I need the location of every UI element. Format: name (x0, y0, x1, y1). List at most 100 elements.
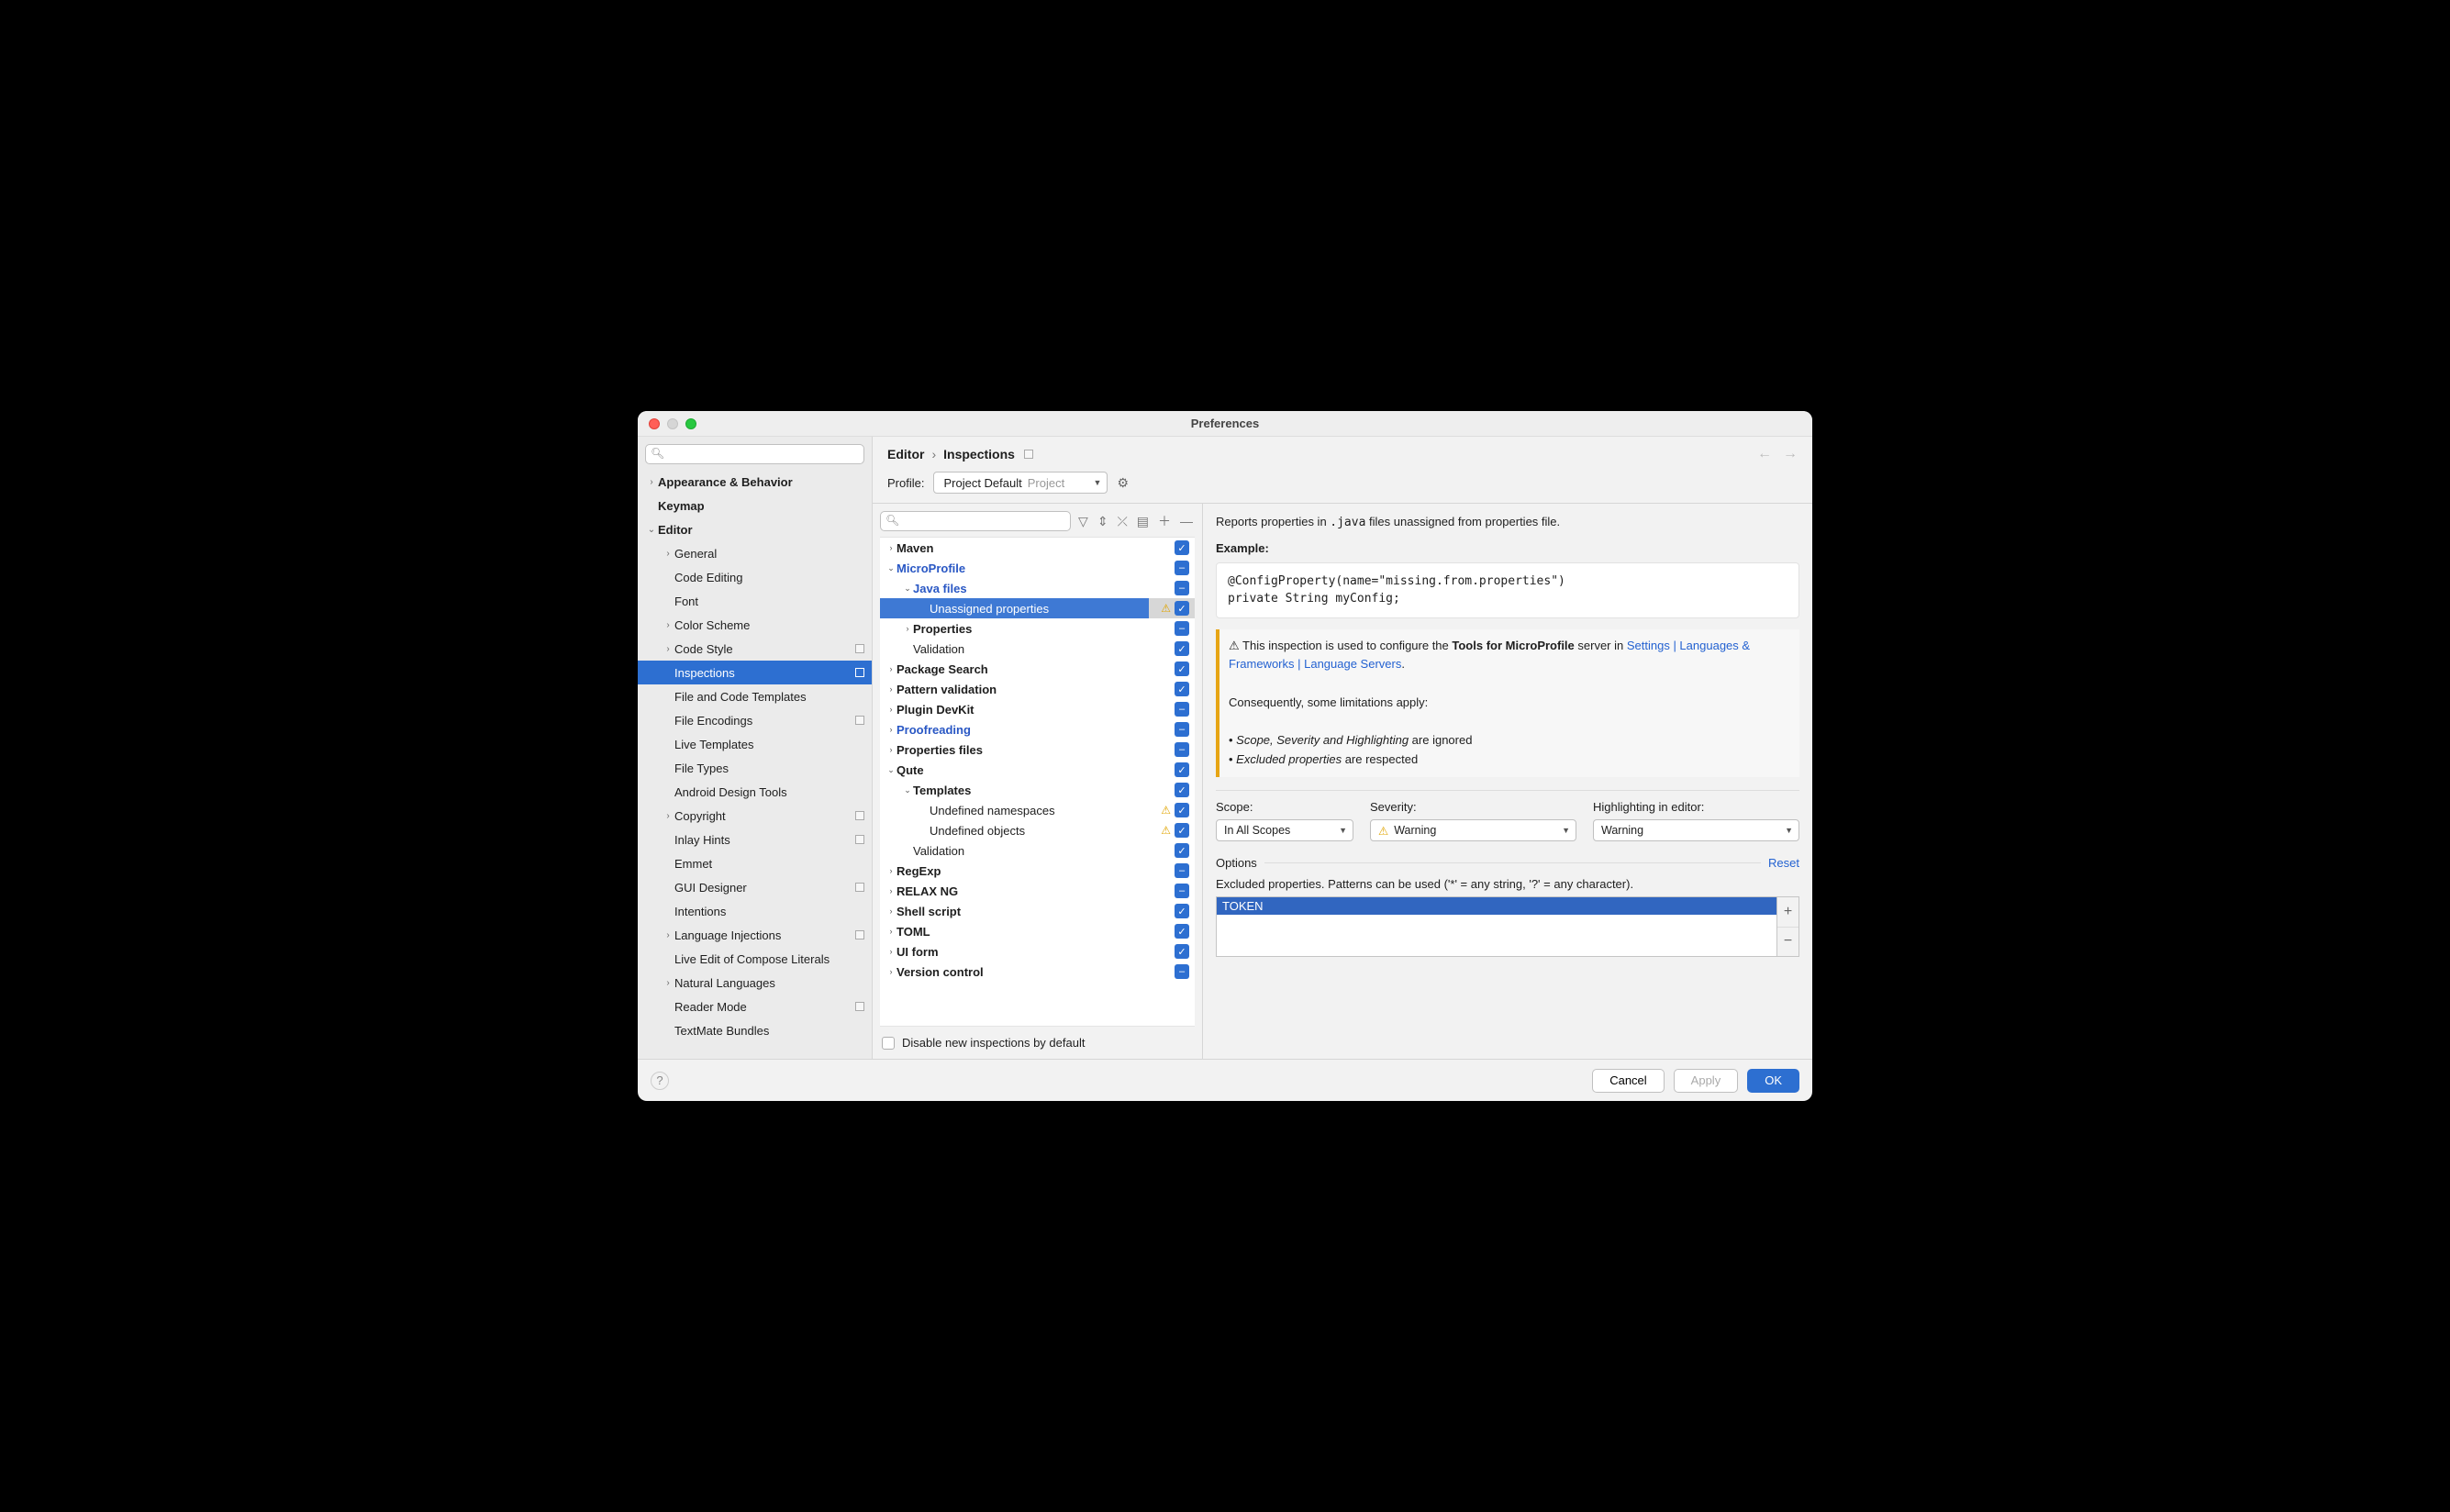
add-excluded-button[interactable]: + (1777, 897, 1799, 927)
profile-select[interactable]: Project Default Project ▼ (933, 472, 1108, 494)
excluded-item[interactable]: TOKEN (1217, 897, 1776, 915)
expand-icon[interactable]: ⇕ (1096, 514, 1110, 529)
inspection-checkbox[interactable]: ✓ (1175, 924, 1189, 939)
inspection-row[interactable]: ›Properties files– (880, 739, 1195, 760)
apply-button[interactable]: Apply (1674, 1069, 1739, 1093)
inspection-row[interactable]: ›Proofreading– (880, 719, 1195, 739)
sidebar-item[interactable]: Font (638, 589, 872, 613)
sidebar-item[interactable]: Inlay Hints (638, 828, 872, 851)
sidebar-item[interactable]: Android Design Tools (638, 780, 872, 804)
sidebar-item[interactable]: Live Templates (638, 732, 872, 756)
inspection-checkbox[interactable]: ✓ (1175, 641, 1189, 656)
inspection-checkbox[interactable]: – (1175, 581, 1189, 595)
inspection-row[interactable]: ⌄Java files– (880, 578, 1195, 598)
inspection-row[interactable]: ›Maven✓ (880, 538, 1195, 558)
inspection-checkbox[interactable]: ✓ (1175, 540, 1189, 555)
sidebar-item[interactable]: ›Copyright (638, 804, 872, 828)
sidebar-item[interactable]: Emmet (638, 851, 872, 875)
sidebar-item[interactable]: ›Natural Languages (638, 971, 872, 995)
inspection-row[interactable]: ⌄MicroProfile– (880, 558, 1195, 578)
inspection-row[interactable]: ›TOML✓ (880, 921, 1195, 941)
sidebar-item[interactable]: File Types (638, 756, 872, 780)
inspection-checkbox[interactable]: ✓ (1175, 944, 1189, 959)
chevron-down-icon: ▼ (1339, 826, 1347, 835)
close-icon[interactable] (649, 418, 660, 429)
remove-excluded-button[interactable]: − (1777, 927, 1799, 957)
scope-select[interactable]: In All Scopes ▼ (1216, 819, 1353, 841)
cancel-button[interactable]: Cancel (1592, 1069, 1664, 1093)
ok-button[interactable]: OK (1747, 1069, 1799, 1093)
inspection-row[interactable]: ›Version control– (880, 962, 1195, 982)
help-icon[interactable]: ? (651, 1072, 669, 1090)
inspection-checkbox[interactable]: ✓ (1175, 762, 1189, 777)
inspection-row[interactable]: Validation✓ (880, 840, 1195, 861)
inspection-checkbox[interactable]: ✓ (1175, 662, 1189, 676)
inspection-checkbox[interactable]: ✓ (1175, 904, 1189, 918)
inspection-search-input[interactable] (880, 511, 1071, 531)
inspection-checkbox[interactable]: – (1175, 964, 1189, 979)
inspection-row[interactable]: ›RELAX NG– (880, 881, 1195, 901)
back-icon[interactable]: ← (1757, 446, 1772, 462)
sidebar-item[interactable]: TextMate Bundles (638, 1018, 872, 1042)
inspection-row[interactable]: Undefined namespaces⚠✓ (880, 800, 1195, 820)
sidebar-item[interactable]: File Encodings (638, 708, 872, 732)
inspection-row[interactable]: ⌄Qute✓ (880, 760, 1195, 780)
inspection-row[interactable]: ⌄Templates✓ (880, 780, 1195, 800)
inspection-checkbox[interactable]: – (1175, 884, 1189, 898)
collapse-icon[interactable]: ⤫ (1116, 514, 1130, 529)
inspection-tree[interactable]: ›Maven✓⌄MicroProfile–⌄Java files–Unassig… (880, 537, 1195, 1027)
sidebar-item[interactable]: Inspections (638, 661, 872, 684)
zoom-icon[interactable] (685, 418, 696, 429)
sidebar-search-input[interactable] (645, 444, 864, 464)
disable-new-checkbox[interactable] (882, 1037, 895, 1050)
inspection-row[interactable]: Validation✓ (880, 639, 1195, 659)
sidebar-item[interactable]: Intentions (638, 899, 872, 923)
layout-icon[interactable]: ▤ (1135, 514, 1151, 529)
inspection-row[interactable]: ›Package Search✓ (880, 659, 1195, 679)
forward-icon[interactable]: → (1783, 446, 1798, 462)
breadcrumb-root[interactable]: Editor (887, 447, 924, 461)
remove-icon[interactable]: — (1178, 514, 1195, 528)
inspection-checkbox[interactable]: – (1175, 621, 1189, 636)
sidebar-item[interactable]: File and Code Templates (638, 684, 872, 708)
sidebar-item[interactable]: Code Editing (638, 565, 872, 589)
sidebar-item[interactable]: Live Edit of Compose Literals (638, 947, 872, 971)
severity-select[interactable]: ⚠ Warning ▼ (1370, 819, 1576, 841)
inspection-row[interactable]: ›Properties– (880, 618, 1195, 639)
inspection-checkbox[interactable]: ✓ (1175, 843, 1189, 858)
sidebar-item[interactable]: ›Appearance & Behavior (638, 470, 872, 494)
excluded-list[interactable]: TOKEN (1216, 896, 1777, 957)
sidebar-item[interactable]: Keymap (638, 494, 872, 517)
highlighting-select[interactable]: Warning ▼ (1593, 819, 1799, 841)
inspection-row[interactable]: ›UI form✓ (880, 941, 1195, 962)
sidebar-item[interactable]: ›Color Scheme (638, 613, 872, 637)
sidebar-item[interactable]: ⌄Editor (638, 517, 872, 541)
minimize-icon[interactable] (667, 418, 678, 429)
inspection-checkbox[interactable]: – (1175, 722, 1189, 737)
inspection-row[interactable]: ›Shell script✓ (880, 901, 1195, 921)
sidebar-item[interactable]: GUI Designer (638, 875, 872, 899)
sidebar-item[interactable]: ›General (638, 541, 872, 565)
inspection-row[interactable]: Unassigned properties⚠✓ (880, 598, 1195, 618)
inspection-checkbox[interactable]: – (1175, 561, 1189, 575)
sidebar-item[interactable]: ›Code Style (638, 637, 872, 661)
inspection-checkbox[interactable]: ✓ (1175, 682, 1189, 696)
inspection-row[interactable]: ›Pattern validation✓ (880, 679, 1195, 699)
sidebar-item[interactable]: Reader Mode (638, 995, 872, 1018)
reset-link[interactable]: Reset (1768, 856, 1799, 870)
chevron-icon: › (662, 811, 674, 821)
inspection-checkbox[interactable]: ✓ (1175, 823, 1189, 838)
add-icon[interactable]: ＋ (1156, 512, 1173, 530)
sidebar-item[interactable]: ›Language Injections (638, 923, 872, 947)
inspection-checkbox[interactable]: ✓ (1175, 601, 1189, 616)
gear-icon[interactable]: ⚙ (1117, 475, 1129, 491)
filter-icon[interactable]: ▽ (1076, 514, 1090, 529)
inspection-row[interactable]: ›RegExp– (880, 861, 1195, 881)
inspection-checkbox[interactable]: – (1175, 702, 1189, 717)
inspection-row[interactable]: ›Plugin DevKit– (880, 699, 1195, 719)
inspection-checkbox[interactable]: – (1175, 742, 1189, 757)
inspection-checkbox[interactable]: – (1175, 863, 1189, 878)
inspection-checkbox[interactable]: ✓ (1175, 783, 1189, 797)
inspection-row[interactable]: Undefined objects⚠✓ (880, 820, 1195, 840)
inspection-checkbox[interactable]: ✓ (1175, 803, 1189, 817)
